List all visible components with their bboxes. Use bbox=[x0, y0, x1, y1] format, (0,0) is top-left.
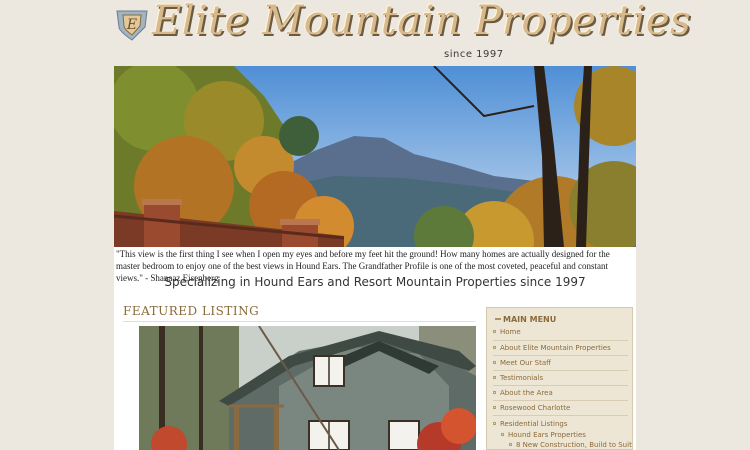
menu-item-meet-our-staff[interactable]: Meet Our Staff bbox=[493, 359, 551, 367]
since-text: since 1997 bbox=[444, 49, 504, 60]
menu-item-testimonials[interactable]: Testimonials bbox=[493, 374, 543, 382]
menu-item-hound-ears-properties[interactable]: Hound Ears Properties bbox=[501, 431, 586, 439]
menu-divider bbox=[493, 355, 628, 356]
bullet-icon bbox=[493, 375, 496, 379]
main-menu-header: MAIN MENU bbox=[487, 308, 632, 328]
bullet-icon bbox=[501, 432, 504, 436]
main-page: "This view is the first thing I see when… bbox=[114, 66, 636, 450]
menu-item-about-the-area[interactable]: About the Area bbox=[493, 389, 553, 397]
menu-divider bbox=[493, 415, 628, 416]
divider bbox=[123, 321, 475, 322]
bullet-icon bbox=[493, 390, 496, 394]
bullet-icon bbox=[493, 405, 496, 409]
bullet-icon bbox=[509, 442, 512, 446]
menu-title-ornament-icon bbox=[495, 318, 501, 320]
tagline: Specializing in Hound Ears and Resort Mo… bbox=[164, 275, 586, 289]
menu-item-new-construction[interactable]: 8 New Construction, Build to Suit bbox=[509, 441, 632, 449]
menu-divider bbox=[493, 370, 628, 371]
svg-text:E: E bbox=[126, 17, 137, 33]
hero-image bbox=[114, 66, 636, 247]
menu-item-residential-listings[interactable]: Residential Listings bbox=[493, 420, 568, 428]
menu-divider bbox=[493, 400, 628, 401]
site-logo-text[interactable]: Elite Mountain Properties bbox=[152, 0, 691, 46]
bullet-icon bbox=[493, 329, 496, 333]
featured-listing-heading: FEATURED LISTING bbox=[123, 304, 260, 318]
main-menu: MAIN MENU Home About Elite Mountain Prop… bbox=[486, 307, 633, 450]
main-menu-title: MAIN MENU bbox=[503, 315, 557, 324]
bullet-icon bbox=[493, 345, 496, 349]
menu-item-home[interactable]: Home bbox=[493, 328, 521, 336]
site-header: E Elite Mountain Properties since 1997 bbox=[114, 0, 691, 66]
crest-logo-icon: E bbox=[116, 10, 148, 41]
menu-item-rosewood-charlotte[interactable]: Rosewood Charlotte bbox=[493, 404, 570, 412]
menu-divider bbox=[493, 385, 628, 386]
bullet-icon bbox=[493, 421, 496, 425]
bullet-icon bbox=[493, 360, 496, 364]
featured-listing-photo[interactable] bbox=[139, 326, 476, 450]
menu-item-about-elite-mountain-properties[interactable]: About Elite Mountain Properties bbox=[493, 344, 611, 352]
menu-divider bbox=[493, 340, 628, 341]
